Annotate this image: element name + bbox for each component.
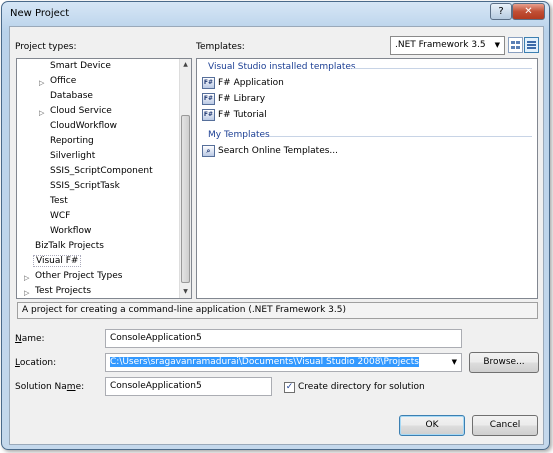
close-button[interactable]: ✕	[512, 3, 545, 20]
scrollbar-thumb[interactable]	[181, 115, 190, 283]
templates-label: Templates:	[196, 42, 245, 52]
tree-item-workflow[interactable]: Workflow	[50, 226, 91, 236]
tree-item-cloudworkflow[interactable]: CloudWorkflow	[50, 121, 117, 131]
tree-item-test[interactable]: Test	[50, 196, 68, 206]
list-view-icon	[527, 41, 536, 49]
tree-item-ssis-scriptcomponent[interactable]: SSIS_ScriptComponent	[50, 166, 153, 176]
template-fsharp-tutorial[interactable]: F# Tutorial	[218, 110, 267, 120]
dialog-body: Project types: Templates: .NET Framework…	[9, 26, 544, 445]
tree-item-other-project-types[interactable]: Other Project Types	[35, 271, 122, 281]
tree-item-ssis-scripttask[interactable]: SSIS_ScriptTask	[50, 181, 120, 191]
template-search-online[interactable]: Search Online Templates...	[218, 146, 338, 156]
location-label: Location:	[15, 358, 57, 368]
tree-item-office[interactable]: Office	[50, 76, 76, 86]
fsharp-tutorial-icon: F#	[202, 109, 215, 121]
tree-item-silverlight[interactable]: Silverlight	[50, 151, 95, 161]
close-icon: ✕	[524, 6, 533, 17]
new-project-dialog: New Project ? ✕ Project types: Templates…	[1, 1, 550, 450]
tree-item-cloud-service[interactable]: Cloud Service	[50, 106, 112, 116]
my-templates-header: My Templates	[208, 130, 270, 140]
expand-arrow-icon[interactable]: ▷	[39, 79, 44, 87]
tree-item-test-projects[interactable]: Test Projects	[35, 286, 91, 296]
tree-item-reporting[interactable]: Reporting	[50, 136, 94, 146]
template-fsharp-library[interactable]: F# Library	[218, 94, 265, 104]
name-label: Name:	[15, 334, 45, 344]
tree-item-biztalk-projects[interactable]: BizTalk Projects	[35, 241, 104, 251]
location-field[interactable]: C:\Users\sragavanramadurai\Documents\Vis…	[105, 353, 462, 372]
framework-select[interactable]: .NET Framework 3.5 ▼	[390, 36, 505, 55]
framework-value: .NET Framework 3.5	[395, 40, 486, 50]
fsharp-application-icon: F#	[202, 77, 215, 89]
help-button[interactable]: ?	[490, 3, 512, 20]
tree-item-database[interactable]: Database	[50, 91, 93, 101]
divider	[269, 136, 532, 137]
tree-item-smart-device[interactable]: Smart Device	[50, 61, 111, 71]
location-value: C:\Users\sragavanramadurai\Documents\Vis…	[110, 357, 419, 367]
name-field[interactable]: ConsoleApplication5	[105, 329, 462, 348]
installed-templates-header: Visual Studio installed templates	[208, 62, 356, 72]
scroll-up-icon[interactable]: ▲	[180, 59, 191, 71]
tree-item-visual-fsharp[interactable]: Visual F#	[33, 255, 82, 267]
small-icons-view-button[interactable]	[524, 37, 539, 53]
templates-list[interactable]: Visual Studio installed templates F# F# …	[196, 58, 538, 299]
search-online-icon: ⌕	[202, 145, 215, 157]
create-directory-label[interactable]: Create directory for solution	[298, 382, 425, 392]
expand-arrow-icon[interactable]: ▷	[24, 289, 29, 297]
help-icon: ?	[498, 6, 504, 17]
project-types-label: Project types:	[15, 42, 77, 52]
grid-view-icon	[511, 41, 520, 49]
solution-name-field[interactable]: ConsoleApplication5	[105, 377, 272, 396]
title-bar: New Project ? ✕	[2, 2, 549, 26]
fsharp-library-icon: F#	[202, 93, 215, 105]
expand-arrow-icon[interactable]: ▷	[24, 274, 29, 282]
cancel-button[interactable]: Cancel	[472, 415, 538, 436]
project-types-tree[interactable]: Smart Device ▷ Office Database ▷ Cloud S…	[16, 58, 192, 299]
solution-name-label: Solution Name:	[15, 382, 85, 392]
scroll-down-icon[interactable]: ▼	[180, 286, 191, 298]
tree-item-wcf[interactable]: WCF	[50, 211, 70, 221]
browse-button[interactable]: Browse...	[469, 352, 539, 373]
window-title: New Project	[10, 8, 70, 19]
create-directory-checkbox[interactable]: ✓	[284, 382, 295, 393]
ok-button[interactable]: OK	[399, 415, 465, 436]
chevron-down-icon: ▼	[494, 41, 500, 49]
template-description: A project for creating a command-line ap…	[17, 302, 538, 319]
divider	[352, 68, 532, 69]
template-fsharp-application[interactable]: F# Application	[218, 78, 284, 88]
expand-arrow-icon[interactable]: ▷	[39, 109, 44, 117]
tree-scrollbar[interactable]: ▲ ▼	[179, 59, 191, 298]
large-icons-view-button[interactable]	[508, 37, 523, 53]
chevron-down-icon[interactable]: ▼	[449, 358, 457, 366]
